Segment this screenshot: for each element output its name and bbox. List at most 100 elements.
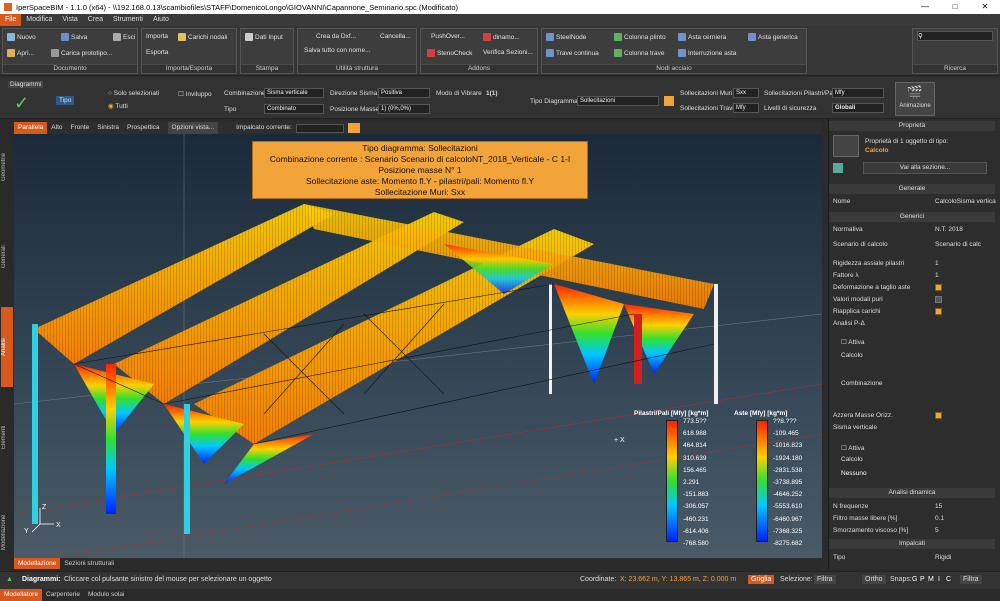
trave-continua-button[interactable]: Trave continua	[546, 49, 599, 57]
valori-modali-checkbox[interactable]	[935, 296, 942, 303]
side-tab-geometrie[interactable]: Geometrie	[1, 142, 13, 192]
diagrammi-button[interactable]: Diagrammi	[8, 81, 44, 88]
section-generale[interactable]: Generale	[829, 184, 995, 194]
dir-sisma-select[interactable]: Positiva	[378, 88, 430, 98]
tab-alto[interactable]: Alto	[47, 122, 66, 134]
tipo-value[interactable]: Rigidi	[935, 554, 951, 561]
menu-strumenti[interactable]: Strumenti	[108, 14, 148, 26]
apri-button[interactable]: Apri...	[7, 49, 34, 57]
section-generici[interactable]: Generici	[829, 212, 995, 222]
verifica-sezioni-button[interactable]: Verifica Sezioni...	[483, 49, 533, 56]
pdelta-attiva-checkbox[interactable]: ☐ Attiva	[841, 338, 865, 346]
pushover-button[interactable]: PushOver...	[431, 33, 465, 40]
riapplica-checkbox[interactable]	[935, 308, 942, 315]
snap-g[interactable]: G	[912, 576, 917, 583]
nome-value[interactable]: CalcoloSisma vertica	[935, 198, 996, 205]
filtra-snap-button[interactable]: Filtra	[960, 575, 982, 584]
livelli-select[interactable]: Globali	[832, 103, 884, 113]
colonna-trave-button[interactable]: Colonna trave	[614, 49, 664, 57]
search-input[interactable]: ⚲	[917, 31, 993, 41]
filtra-button[interactable]: Filtra	[814, 575, 836, 584]
azzera-checkbox[interactable]	[935, 412, 942, 419]
back-arrow-icon[interactable]	[833, 163, 843, 173]
carica-prototipo-button[interactable]: Carica prototipo...	[51, 49, 112, 57]
esporta-button[interactable]: Esporta	[146, 49, 168, 56]
stenocheck-button[interactable]: StenoCheck	[427, 49, 472, 57]
inviluppo-checkbox[interactable]: ☐ Inviluppo	[178, 90, 212, 98]
side-tab-modellazione[interactable]: Modellazione	[1, 502, 13, 562]
tipo-button[interactable]: Tipo	[56, 96, 75, 105]
tab-fronte[interactable]: Fronte	[67, 122, 94, 134]
carichi-nodali-button[interactable]: Carichi nodali	[178, 33, 227, 41]
filtro-value[interactable]: 0.1	[935, 515, 944, 522]
ortho-button[interactable]: Ortho	[862, 575, 886, 584]
maximize-button[interactable]: □	[940, 0, 970, 14]
importa-button[interactable]: Importa	[146, 33, 168, 40]
cancella-button[interactable]: Cancella...	[380, 33, 411, 40]
travi-select[interactable]: Mfy	[733, 103, 759, 113]
combinazione-select[interactable]: Sisma verticale	[264, 88, 324, 98]
impalcato-select[interactable]	[295, 123, 344, 133]
close-button[interactable]: ✕	[970, 0, 1000, 14]
side-tab-elementi[interactable]: Elementi	[1, 412, 13, 462]
scenario-value[interactable]: Scenario di calc	[935, 241, 981, 248]
griglia-button[interactable]: Griglia	[748, 575, 775, 584]
checkmark-icon[interactable]: ✓	[14, 93, 29, 114]
opzioni-vista-button[interactable]: Opzioni vista...	[167, 122, 219, 134]
solo-selezionati-radio[interactable]: ○ Solo selezionati	[108, 90, 159, 97]
side-tab-generali[interactable]: Generali	[1, 232, 13, 282]
wrench-icon[interactable]	[664, 96, 674, 106]
animazione-button[interactable]: 🎬 Animazione	[895, 82, 935, 116]
tipo-comb-select[interactable]: Combinato	[264, 104, 324, 114]
nessuno-value[interactable]: Nessuno	[841, 470, 867, 477]
salva-tutto-button[interactable]: Salva tutto con nome...	[304, 47, 370, 54]
smorz-value[interactable]: 5	[935, 527, 939, 534]
colonna-plinto-button[interactable]: Colonna plinto	[614, 33, 666, 41]
fattore-value[interactable]: 1	[935, 272, 939, 279]
pilastri-select[interactable]: Mfy	[832, 88, 884, 98]
menu-file[interactable]: File	[0, 14, 22, 26]
section-dinamica[interactable]: Analisi dinamica	[829, 488, 995, 498]
interruzione-asta-button[interactable]: Interruzione asta	[678, 49, 736, 57]
esci-button[interactable]: Esci	[113, 33, 135, 41]
sisma-attiva-checkbox[interactable]: ☐ Attiva	[841, 444, 865, 452]
tipo-diag-select[interactable]: Sollecitazioni	[577, 96, 659, 106]
snap-p[interactable]: P	[920, 576, 925, 583]
muri-select[interactable]: Sxx	[733, 88, 759, 98]
menu-crea[interactable]: Crea	[83, 14, 108, 26]
pos-masse-select[interactable]: 1) (0%,0%)	[378, 104, 430, 114]
dati-input-button[interactable]: Dati Input	[245, 33, 283, 41]
tab-sinistra[interactable]: Sinistra	[93, 122, 123, 134]
menu-vista[interactable]: Vista	[57, 14, 82, 26]
tab-modellatore[interactable]: Modellatore	[0, 589, 42, 601]
dinamo-button[interactable]: dinamo...	[483, 33, 520, 41]
nuovo-button[interactable]: Nuovo	[7, 33, 36, 41]
snap-c[interactable]: C	[946, 576, 951, 583]
menu-aiuto[interactable]: Aiuto	[148, 14, 174, 26]
minimize-button[interactable]: —	[910, 0, 940, 14]
vai-sezione-button[interactable]: Vai alla sezione...	[863, 162, 987, 174]
tab-parallela[interactable]: Parallela	[14, 122, 48, 134]
asta-generica-button[interactable]: Asta generica	[748, 33, 798, 41]
asta-cerniera-button[interactable]: Asta cerniera	[678, 33, 726, 41]
crea-dxf-button[interactable]: Crea da Dxf...	[316, 33, 356, 40]
snap-m[interactable]: M	[928, 576, 934, 583]
tab-modulo-solai[interactable]: Modulo solai	[84, 589, 129, 601]
tab-carpenterie[interactable]: Carpenterie	[42, 589, 84, 601]
tutti-radio[interactable]: ◉ Tutti	[108, 102, 128, 110]
snap-i[interactable]: I	[938, 576, 940, 583]
tab-sezioni[interactable]: Sezioni strutturali	[60, 558, 118, 569]
normativa-value[interactable]: N.T. 2018	[935, 226, 963, 233]
tab-modellazione[interactable]: Modellazione	[14, 558, 61, 569]
floor-icon[interactable]	[347, 123, 360, 133]
steelnode-button[interactable]: SteelNode	[546, 33, 586, 41]
modo-value[interactable]: 1(1)	[486, 90, 498, 97]
menu-modifica[interactable]: Modifica	[21, 14, 57, 26]
nfreq-value[interactable]: 15	[935, 503, 942, 510]
deformazione-checkbox[interactable]	[935, 284, 942, 291]
rigidezza-value[interactable]: 1	[935, 260, 939, 267]
section-impalcati[interactable]: Impalcati	[829, 539, 995, 549]
salva-button[interactable]: Salva	[61, 33, 87, 41]
side-tab-analisi[interactable]: Analisi	[1, 307, 13, 387]
tab-prospettica[interactable]: Prospettica	[123, 122, 164, 134]
